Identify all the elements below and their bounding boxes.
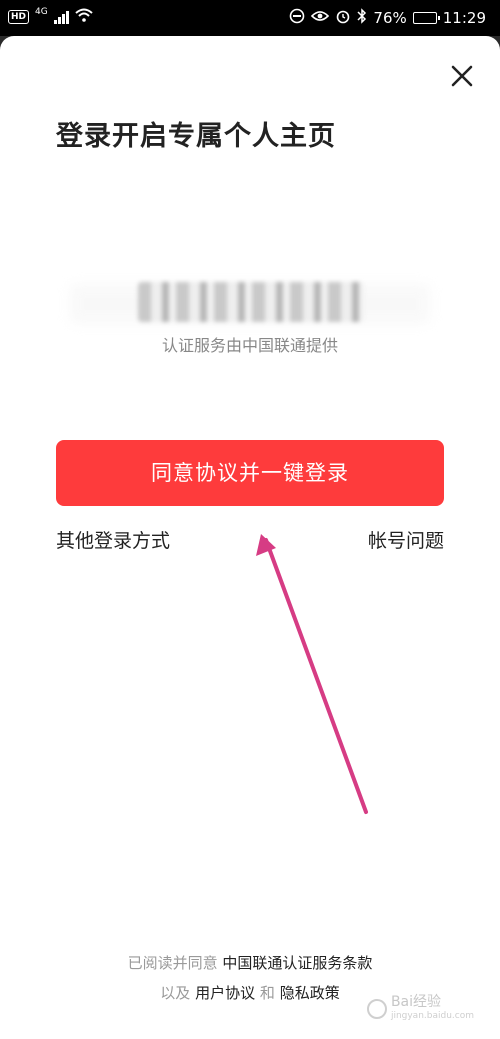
page-title: 登录开启专属个人主页	[56, 121, 336, 152]
paw-logo-icon	[366, 999, 387, 1019]
close-button[interactable]	[448, 62, 476, 90]
phone-number-blurred	[138, 282, 364, 322]
signal-icon	[53, 10, 69, 24]
status-left: HD 4G	[8, 7, 93, 26]
status-time: 11:29	[442, 9, 486, 27]
wifi-icon	[75, 8, 93, 26]
agreement-prefix: 已阅读并同意	[127, 954, 218, 972]
battery-percent: 76%	[373, 9, 407, 27]
provider-text: 认证服务由中国联通提供	[161, 336, 338, 355]
masked-phone-number	[0, 266, 500, 336]
agreement-line-1: 已阅读并同意 中国联通认证服务条款	[0, 948, 500, 978]
watermark-url: jingyan.baidu.com	[390, 1011, 474, 1021]
agreement-and-2: 和	[259, 984, 275, 1002]
close-icon	[451, 65, 473, 87]
one-click-login-button[interactable]: 同意协议并一键登录	[56, 440, 444, 506]
status-right: 76% 11:29	[289, 8, 486, 28]
user-agreement-link[interactable]: 用户协议	[195, 984, 255, 1002]
battery-icon	[412, 12, 440, 24]
account-issue-link[interactable]: 帐号问题	[368, 526, 444, 553]
watermark-text: Bai经验	[390, 994, 442, 1010]
other-login-link[interactable]: 其他登录方式	[56, 526, 170, 553]
service-terms-link[interactable]: 中国联通认证服务条款	[222, 954, 372, 972]
eye-icon	[311, 9, 330, 27]
do-not-disturb-icon	[289, 8, 305, 28]
hd-icon: HD	[8, 10, 30, 24]
baidu-watermark: Bai经验 jingyan.baidu.com	[366, 994, 474, 1023]
login-sheet: 登录开启专属个人主页 认证服务由中国联通提供 同意协议并一键登录 其他登录方式 …	[0, 36, 500, 1039]
agreement-and-1: 以及	[160, 984, 191, 1002]
network-type: 4G	[35, 7, 48, 17]
alarm-icon	[335, 8, 351, 28]
status-bar: HD 4G 76% 11:29	[0, 0, 500, 36]
bluetooth-icon	[357, 8, 367, 28]
privacy-policy-link[interactable]: 隐私政策	[280, 984, 340, 1002]
